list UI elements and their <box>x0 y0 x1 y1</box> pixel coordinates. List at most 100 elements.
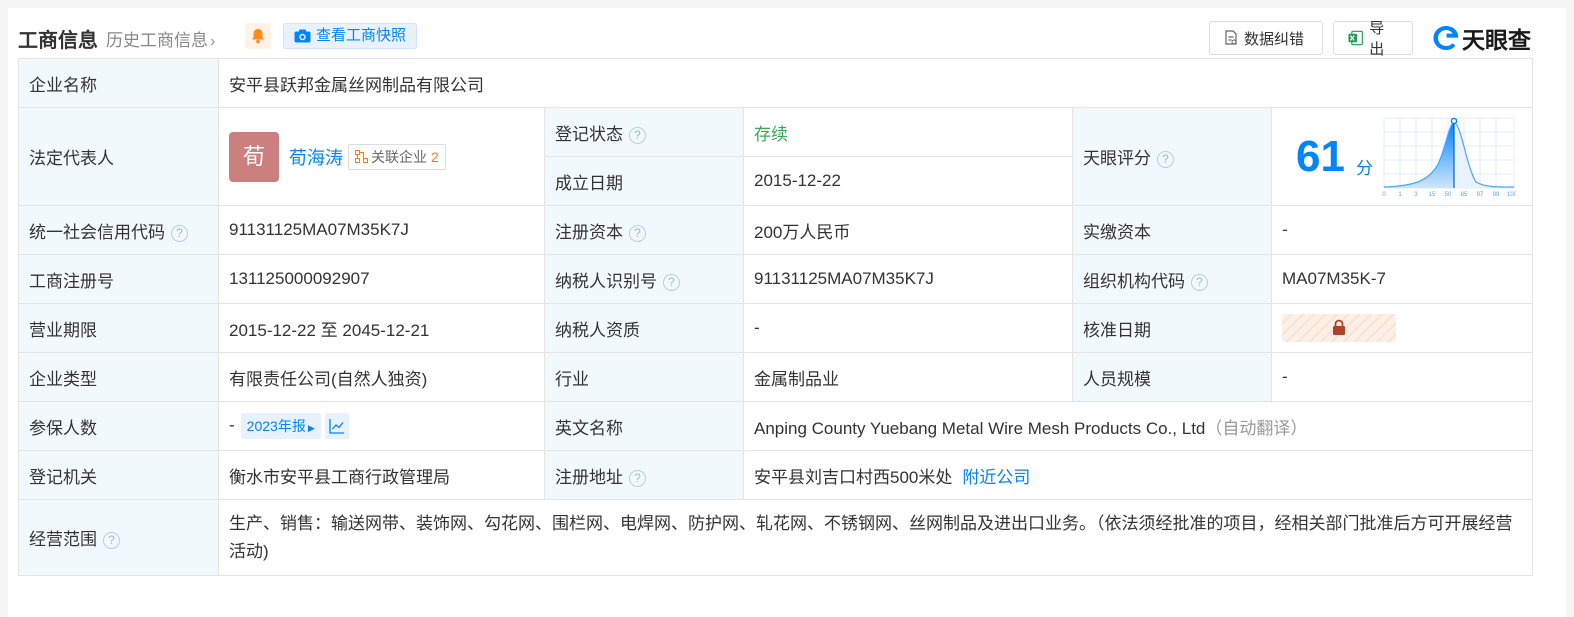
nearby-companies-link[interactable]: 附近公司 <box>962 468 1030 487</box>
score-axis-ticks: 0 1 3 15 50 85 97 99 100 <box>1382 192 1516 198</box>
avatar[interactable]: 荀 <box>229 131 279 182</box>
reg-authority-value: 衡水市安平县工商行政管理局 <box>218 450 545 500</box>
trend-chart-button[interactable] <box>324 413 349 439</box>
label-taxpayer-quality: 纳税人资质 <box>544 303 744 353</box>
business-info-table: 企业名称 安平县跃邦金属丝网制品有限公司 法定代表人 荀荀海涛 关联企业 2 登记状… <box>18 58 1534 576</box>
axis-tick: 85 <box>1461 192 1468 198</box>
chevron-right-icon: › <box>210 33 216 50</box>
annual-report-tag[interactable]: 2023年报 ▶ <box>240 413 321 439</box>
approve-date-cell <box>1270 303 1534 353</box>
snapshot-button[interactable]: 查看工商快照 <box>283 23 418 49</box>
related-companies-button[interactable]: 关联企业 2 <box>348 143 446 170</box>
label-reg-address: 注册地址? <box>544 450 744 500</box>
tianyan-score-cell[interactable]: 61 分 0 1 3 15 50 85 97 99 100 <box>1270 107 1534 206</box>
credit-code-value: 91131125MA07M35K7J <box>218 205 545 255</box>
insured-value: - <box>229 415 235 435</box>
tianyancha-logo: 天眼查 <box>1432 21 1531 55</box>
taxpayer-quality-value: - <box>743 303 1073 353</box>
label-reg-status: 登记状态? <box>544 107 744 157</box>
label-taxpayer-id: 纳税人识别号? <box>544 254 744 304</box>
help-icon[interactable]: ? <box>171 224 188 242</box>
auto-translate-note: （自动翻译） <box>1205 418 1308 438</box>
table-row: 登记机关 衡水市安平县工商行政管理局 注册地址? 安平县刘吉口村西500米处 附近… <box>18 450 1534 500</box>
label-org-code: 组织机构代码? <box>1072 254 1272 304</box>
top-band <box>0 0 1574 8</box>
reg-number-value: 131125000092907 <box>218 254 545 304</box>
section-header: 工商信息 历史工商信息 › 查看工商快照 数据纠错 导出 天眼查 <box>18 14 1548 58</box>
industry-value: 金属制品业 <box>743 352 1073 402</box>
score-value: 61 <box>1296 132 1345 181</box>
bell-button[interactable] <box>245 23 271 49</box>
bell-icon <box>252 29 264 44</box>
found-date-value: 2015-12-22 <box>743 156 1073 206</box>
reg-address-value: 安平县刘吉口村西500米处 <box>754 467 953 487</box>
help-icon[interactable]: ? <box>629 224 646 242</box>
help-icon[interactable]: ? <box>663 273 680 291</box>
taxpayer-id-value: 91131125MA07M35K7J <box>743 254 1073 304</box>
document-edit-icon <box>1225 30 1237 45</box>
label-credit-code: 统一社会信用代码? <box>18 205 219 255</box>
insured-cell: -2023年报 ▶ <box>218 401 545 451</box>
label-approve-date: 核准日期 <box>1072 303 1272 353</box>
history-link[interactable]: 历史工商信息 › <box>106 26 215 51</box>
axis-tick: 15 <box>1429 192 1436 198</box>
camera-icon <box>294 29 311 43</box>
paid-capital-value: - <box>1270 205 1534 255</box>
score-distribution-chart: 0 1 3 15 50 85 97 99 100 <box>1382 117 1516 198</box>
logo-text: 天眼查 <box>1462 27 1531 53</box>
label-legal-rep: 法定代表人 <box>18 107 219 206</box>
label-company-type: 企业类型 <box>18 352 219 402</box>
help-icon[interactable]: ? <box>629 469 646 487</box>
reg-status-value: 存续 <box>743 107 1073 157</box>
label-english-name: 英文名称 <box>544 401 744 451</box>
scope-value: 生产、销售：输送网带、装饰网、勾花网、围栏网、电焊网、防护网、轧花网、不锈钢网、… <box>217 499 1534 576</box>
axis-tick: 1 <box>1398 192 1402 198</box>
axis-tick: 3 <box>1414 192 1418 198</box>
english-name-cell: Anping County Yuebang Metal Wire Mesh Pr… <box>742 401 1534 451</box>
term-value: 2015-12-22 至 2045-12-21 <box>218 303 545 353</box>
legal-rep-name-link[interactable]: 荀海涛 <box>289 148 343 168</box>
network-icon <box>355 149 368 163</box>
staff-size-value: - <box>1270 352 1534 402</box>
axis-tick: 100 <box>1507 192 1516 198</box>
help-icon[interactable]: ? <box>1191 273 1208 291</box>
help-icon[interactable]: ? <box>1157 151 1174 168</box>
legal-rep-cell: 荀荀海涛 关联企业 2 <box>218 107 545 206</box>
help-icon[interactable]: ? <box>629 126 646 144</box>
lock-icon <box>1333 319 1345 335</box>
company-name-value: 安平县跃邦金属丝网制品有限公司 <box>217 58 1534 108</box>
caret-right-icon: ▶ <box>307 423 315 433</box>
label-tianyan-score: 天眼评分? <box>1072 107 1272 206</box>
label-reg-capital: 注册资本? <box>544 205 744 255</box>
table-row: 企业名称 安平县跃邦金属丝网制品有限公司 <box>18 58 1534 108</box>
axis-tick: 99 <box>1493 192 1500 198</box>
section-title: 工商信息 <box>18 30 98 52</box>
trend-chart-icon <box>329 419 344 434</box>
org-code-value: MA07M35K-7 <box>1270 254 1534 304</box>
company-type-value: 有限责任公司(自然人独资) <box>218 352 545 402</box>
table-row: 工商注册号 131125000092907 纳税人识别号? 91131125MA… <box>18 254 1534 304</box>
table-row: 企业类型 有限责任公司(自然人独资) 行业 金属制品业 人员规模 - <box>18 352 1534 402</box>
label-reg-number: 工商注册号 <box>18 254 219 304</box>
label-industry: 行业 <box>544 352 744 402</box>
logo-icon <box>1433 26 1459 50</box>
data-correction-button[interactable]: 数据纠错 <box>1209 21 1323 55</box>
table-row: 统一社会信用代码? 91131125MA07M35K7J 注册资本? 200万人… <box>18 205 1534 255</box>
english-name-value: Anping County Yuebang Metal Wire Mesh Pr… <box>754 418 1206 438</box>
excel-icon <box>1348 30 1363 46</box>
label-insured: 参保人数 <box>18 401 219 451</box>
reg-capital-value: 200万人民币 <box>743 205 1073 255</box>
export-button[interactable]: 导出 <box>1333 20 1413 58</box>
reg-address-cell: 安平县刘吉口村西500米处 附近公司 <box>742 450 1534 500</box>
table-row: 经营范围? 生产、销售：输送网带、装饰网、勾花网、围栏网、电焊网、防护网、轧花网… <box>18 499 1534 576</box>
score-unit: 分 <box>1356 159 1373 178</box>
locked-value[interactable] <box>1282 314 1396 342</box>
axis-tick: 97 <box>1477 192 1484 198</box>
help-icon[interactable]: ? <box>103 532 120 549</box>
label-scope: 经营范围? <box>18 499 219 576</box>
label-reg-authority: 登记机关 <box>18 450 219 500</box>
axis-tick: 50 <box>1445 192 1452 198</box>
label-company-name: 企业名称 <box>18 58 219 108</box>
label-paid-capital: 实缴资本 <box>1072 205 1272 255</box>
table-row: 法定代表人 荀荀海涛 关联企业 2 登记状态? 存续 天眼评分? 61 分 0 … <box>18 107 1534 206</box>
